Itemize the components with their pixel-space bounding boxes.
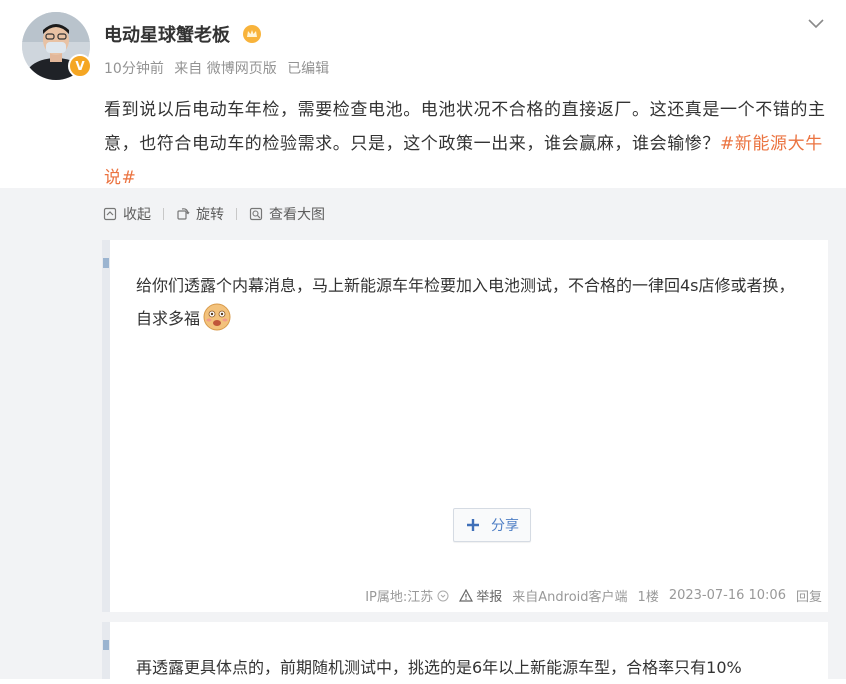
rotate-label: 旋转 (196, 207, 224, 223)
toolbar-divider (163, 208, 164, 220)
card-edge-mark (103, 258, 109, 268)
post-text: 看到说以后电动车年检，需要检查电池。电池状况不合格的直接返厂。这还真是一个不错的… (104, 93, 830, 195)
view-large-button[interactable]: 查看大图 (249, 204, 325, 224)
vip-crown-icon[interactable] (242, 24, 262, 44)
collapse-label: 收起 (123, 207, 151, 223)
ip-location-text: IP属地:江苏 (365, 590, 434, 605)
post-time[interactable]: 10分钟前 (104, 61, 164, 77)
emoji-face-icon (203, 303, 231, 331)
verified-badge-icon: V (68, 54, 92, 78)
post-body: 看到说以后电动车年检，需要检查电池。电池状况不合格的直接返厂。这还真是一个不错的… (104, 100, 826, 154)
report-label: 举报 (476, 590, 503, 605)
username-text[interactable]: 电动星球蟹老板 (104, 25, 230, 46)
report-button[interactable]: 举报 (459, 586, 502, 605)
reply-datetime: 2023-07-16 10:06 (668, 588, 786, 603)
card-edge (102, 622, 110, 679)
post-source: 来自 微博网页版 (174, 61, 277, 77)
reply-card: 给你们透露个内幕消息，马上新能源车年检要加入电池测试，不合格的一律回4s店修或者… (102, 240, 828, 612)
collapse-button[interactable]: 收起 (103, 204, 151, 224)
rotate-button[interactable]: 旋转 (176, 204, 224, 224)
rotate-icon (177, 208, 190, 220)
post-meta: 10分钟前 来自 微博网页版 已编辑 (104, 60, 335, 78)
reply-meta: IP属地:江苏 举报 来自Android客户端 1楼 2023-07-16 10… (365, 586, 822, 605)
client-source: 来自Android客户端 (512, 590, 628, 605)
reply-text: 再透露更具体点的，前期随机测试中，挑选的是6年以上新能源车型，合格率只有10% (136, 658, 742, 677)
ip-location: IP属地:江苏 (365, 586, 449, 605)
image-viewer: 收起 旋转 查看大图 给你们透露个内幕消息，马上新能源车年检要加入电池测试，不合… (0, 188, 846, 679)
chevron-circle-icon (437, 590, 449, 602)
share-label: 分享 (491, 518, 519, 534)
chevron-down-icon[interactable] (806, 16, 826, 32)
card-edge (102, 240, 110, 612)
card-divider (102, 612, 828, 622)
reply-text: 给你们透露个内幕消息，马上新能源车年检要加入电池测试，不合格的一律回4s店修或者… (136, 270, 808, 335)
toolbar-divider (236, 208, 237, 220)
view-large-label: 查看大图 (269, 207, 325, 223)
share-button[interactable]: 分享 (453, 508, 531, 542)
avatar[interactable]: V (22, 12, 92, 80)
warning-icon (459, 589, 474, 602)
view-large-icon (249, 207, 263, 221)
reply-card: 再透露更具体点的，前期随机测试中，挑选的是6年以上新能源车型，合格率只有10% (102, 622, 828, 679)
username[interactable]: 电动星球蟹老板 (104, 24, 262, 48)
reply-button[interactable]: 回复 (796, 586, 822, 605)
floor-number: 1楼 (637, 590, 659, 605)
post-image[interactable]: 给你们透露个内幕消息，马上新能源车年检要加入电池测试，不合格的一律回4s店修或者… (102, 240, 828, 679)
reply-text-content: 给你们透露个内幕消息，马上新能源车年检要加入电池测试，不合格的一律回4s店修或者… (136, 276, 795, 328)
plus-icon (467, 519, 479, 531)
image-toolbar: 收起 旋转 查看大图 (103, 204, 325, 224)
collapse-icon (103, 207, 117, 221)
post-edited[interactable]: 已编辑 (287, 61, 329, 77)
post-header: V 电动星球蟹老板 10分钟前 来自 微博网页版 已编辑 (0, 0, 846, 95)
card-edge-mark (103, 640, 109, 650)
